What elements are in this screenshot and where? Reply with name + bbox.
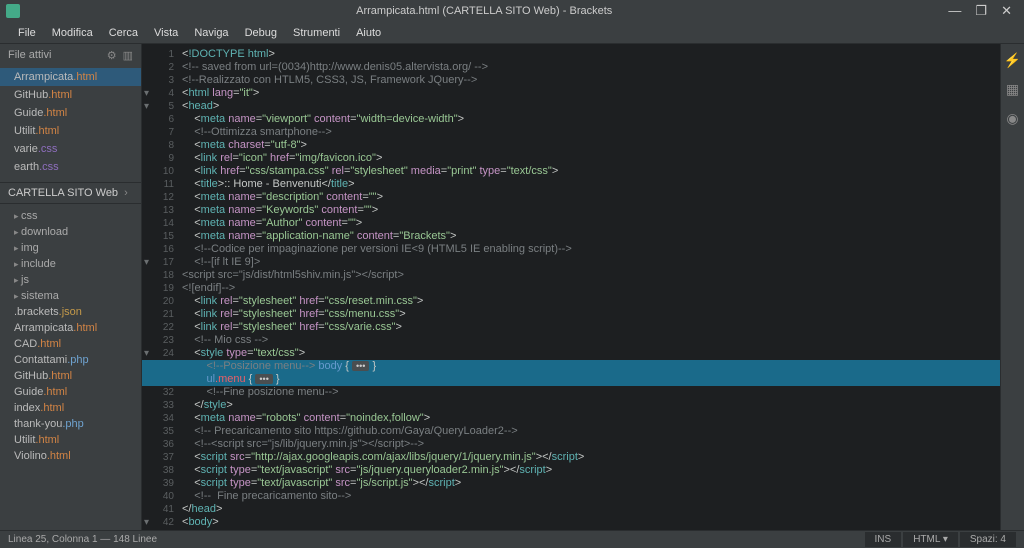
folder-include[interactable]: include xyxy=(0,256,141,272)
menubar: File Modifica Cerca Vista Naviga Debug Strumen… xyxy=(0,22,1024,44)
working-file[interactable]: earth.css xyxy=(0,158,141,176)
working-file[interactable]: Arrampicata.html xyxy=(0,68,141,86)
folder-css[interactable]: css xyxy=(0,208,141,224)
line-gutter: 1234▾5▾67891011121314151617▾181920212223… xyxy=(142,44,182,530)
code-editor[interactable]: 1234▾5▾67891011121314151617▾181920212223… xyxy=(142,44,1000,530)
indent-mode[interactable]: Spazi: 4 xyxy=(960,532,1016,547)
file-item[interactable]: Violino.html xyxy=(0,448,141,464)
insert-mode[interactable]: INS xyxy=(865,532,902,547)
menu-vista[interactable]: Vista xyxy=(154,27,178,39)
file-item[interactable]: GitHub.html xyxy=(0,368,141,384)
sidebar: File attivi ⚙ ▥ Arrampicata.htmlGitHub.h… xyxy=(0,44,142,530)
file-item[interactable]: Utilit.html xyxy=(0,432,141,448)
eye-icon[interactable]: ◉ xyxy=(1006,110,1018,127)
app-logo-icon xyxy=(6,4,20,18)
file-item[interactable]: Contattami.php xyxy=(0,352,141,368)
window-title: Arrampicata.html (CARTELLA SITO Web) - B… xyxy=(356,5,612,17)
folder-img[interactable]: img xyxy=(0,240,141,256)
working-file[interactable]: Utilit.html xyxy=(0,122,141,140)
close-icon[interactable]: ✕ xyxy=(1001,3,1012,19)
cursor-position: Linea 25, Colonna 1 — 148 Linee xyxy=(8,534,157,545)
gear-icon[interactable]: ⚙ xyxy=(107,49,117,62)
live-preview-icon[interactable]: ⚡ xyxy=(1004,52,1021,69)
file-tree: cssdownloadimgincludejssistema.brackets.… xyxy=(0,204,141,530)
working-files-list: Arrampicata.htmlGitHub.htmlGuide.htmlUti… xyxy=(0,66,141,178)
code-content[interactable]: <!DOCTYPE html><!-- saved from url=(0034… xyxy=(182,48,1000,530)
menu-strumenti[interactable]: Strumenti xyxy=(293,27,340,39)
window-controls: — ❐ ✕ xyxy=(948,3,1020,19)
menu-aiuto[interactable]: Aiuto xyxy=(356,27,381,39)
statusbar: Linea 25, Colonna 1 — 148 Linee INS HTML… xyxy=(0,530,1024,548)
menu-naviga[interactable]: Naviga xyxy=(194,27,228,39)
working-file[interactable]: Guide.html xyxy=(0,104,141,122)
file-item[interactable]: Arrampicata.html xyxy=(0,320,141,336)
file-item[interactable]: CAD.html xyxy=(0,336,141,352)
extensions-icon[interactable]: ▦ xyxy=(1006,81,1019,98)
minimize-icon[interactable]: — xyxy=(948,3,961,19)
right-toolbar: ⚡ ▦ ◉ xyxy=(1000,44,1024,530)
menu-modifica[interactable]: Modifica xyxy=(52,27,93,39)
maximize-icon[interactable]: ❐ xyxy=(975,3,987,19)
file-item[interactable]: thank-you.php xyxy=(0,416,141,432)
working-file[interactable]: varie.css xyxy=(0,140,141,158)
titlebar: Arrampicata.html (CARTELLA SITO Web) - B… xyxy=(0,0,1024,22)
file-item[interactable]: .brackets.json xyxy=(0,304,141,320)
folder-sistema[interactable]: sistema xyxy=(0,288,141,304)
working-file[interactable]: GitHub.html xyxy=(0,86,141,104)
project-header[interactable]: CARTELLA SITO Web xyxy=(0,182,141,204)
menu-cerca[interactable]: Cerca xyxy=(109,27,138,39)
menu-debug[interactable]: Debug xyxy=(245,27,277,39)
file-item[interactable]: index.html xyxy=(0,400,141,416)
menu-file[interactable]: File xyxy=(18,27,36,39)
folder-download[interactable]: download xyxy=(0,224,141,240)
working-files-header: File attivi ⚙ ▥ xyxy=(0,44,141,66)
split-icon[interactable]: ▥ xyxy=(123,49,133,62)
language-mode[interactable]: HTML ▾ xyxy=(903,532,958,547)
working-files-label: File attivi xyxy=(8,49,51,61)
folder-js[interactable]: js xyxy=(0,272,141,288)
file-item[interactable]: Guide.html xyxy=(0,384,141,400)
project-name: CARTELLA SITO Web xyxy=(8,187,118,199)
